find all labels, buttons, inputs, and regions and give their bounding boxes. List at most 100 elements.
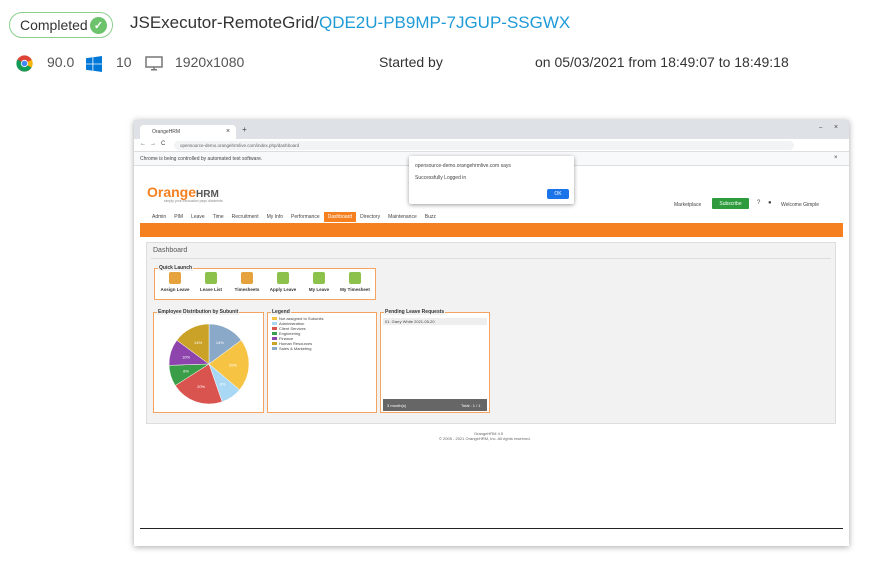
pie-label: 20% (229, 362, 237, 367)
quick-launch-item: Apply Leave (267, 272, 299, 292)
quick-launch-item: My Leave (303, 272, 335, 292)
quick-launch-item: Assign Leave (159, 272, 191, 292)
pie-label: 10% (182, 354, 190, 359)
pie-chart: 14% 20% 8% 20% 8% 10% 14% (168, 323, 250, 405)
pie-label: 8% (220, 381, 226, 386)
legend-item: Sales & Marketing (272, 346, 311, 351)
reload-icon: C (161, 141, 166, 147)
nav-item-buzz: Buzz (424, 214, 436, 220)
status-label: Completed (20, 17, 88, 33)
nav-item-dashboard: Dashboard (323, 212, 357, 222)
chrome-icon (16, 55, 33, 72)
main-nav: Admin PIM Leave Time Recruitment My Info Perfo… (148, 212, 440, 222)
session-screenshot[interactable]: OrangeHRM × + – × ← → C opensource-demo.… (134, 120, 849, 546)
quick-launch-label: My Leave (308, 287, 330, 292)
pie-label: 14% (216, 340, 224, 345)
alert-ok-button: OK (547, 189, 569, 199)
url-text: opensource-demo.orangehrmlive.com/index.… (180, 143, 300, 148)
legend-panel: Legend Not assigned to Subunits Administr… (267, 309, 377, 413)
browser-version: 90.0 (47, 54, 75, 70)
legend-swatch (272, 337, 277, 340)
bell-icon: ● (768, 200, 772, 206)
quick-launch-title: Quick Launch (158, 265, 194, 271)
footer-copyright: © 2005 - 2021 OrangeHRM, Inc. All rights… (439, 436, 531, 441)
nav-item-leave: Leave (191, 214, 205, 220)
page-title: JSExecutor-RemoteGrid/QDE2U-PB9MP-7JGUP-… (130, 13, 570, 33)
legend-swatch (272, 347, 277, 350)
address-bar: opensource-demo.orangehrmlive.com/index.… (174, 141, 794, 150)
time-range: on 05/03/2021 from 18:49:07 to 18:49:18 (535, 54, 789, 70)
pending-row: 01. Garry White 2021-05-20 (383, 318, 487, 325)
quick-launch-icon (277, 272, 289, 284)
quick-launch-label: Assign Leave (160, 287, 190, 292)
quick-launch-label: Apply Leave (269, 287, 297, 292)
legend-swatch (272, 327, 277, 330)
quick-launch-icon (313, 272, 325, 284)
legend-label: Sales & Marketing (279, 346, 312, 351)
nav-item-pim: PIM (174, 214, 184, 220)
nav-item-admin: Admin (152, 214, 167, 220)
quick-launch-icon (169, 272, 181, 284)
minimize-icon: – (819, 125, 823, 131)
bottom-divider (140, 528, 843, 529)
emp-dist-title: Employee Distribution by Subunit (157, 309, 240, 315)
windows-icon (86, 56, 102, 72)
close-icon: × (226, 128, 231, 135)
pending-footer: 3 month(s) Total : 1 / 1 (383, 399, 487, 411)
quick-launch-label: My Timesheet (340, 287, 370, 292)
quick-launch-icon (241, 272, 253, 284)
check-icon: ✓ (90, 17, 107, 34)
alert-dialog: opensource-demo.orangehrmlive.com says S… (409, 156, 574, 204)
dashboard-title: Dashboard (153, 247, 188, 254)
pending-leave-requests: Pending Leave Requests 01. Garry White 2… (380, 309, 490, 413)
nav-item-my-info: My Info (266, 214, 283, 220)
quick-launch-label: Timesheets (234, 287, 260, 292)
quick-launch-label: Leave List (199, 287, 222, 292)
plus-icon: + (242, 125, 247, 134)
forward-icon: → (150, 141, 156, 147)
marketplace-link: Marketplace (674, 202, 702, 208)
project-name: JSExecutor-RemoteGrid (130, 13, 315, 32)
status-badge: Completed ✓ (9, 12, 113, 38)
alert-message: Successfully Logged in (415, 175, 467, 181)
monitor-icon (145, 56, 163, 72)
nav-item-time: Time (212, 214, 224, 220)
quick-launch-item: Timesheets (231, 272, 263, 292)
welcome-text: Welcome Gimple (781, 202, 819, 208)
legend-swatch (272, 317, 277, 320)
orange-bar (140, 223, 843, 237)
subscribe-button: Subscribe (712, 198, 749, 209)
browser-tab: OrangeHRM × (140, 125, 236, 139)
logo-tagline: simply your innovation pays dividends (164, 199, 223, 203)
dashboard-panel: Dashboard Quick Launch Assign Leave Leave… (146, 242, 836, 424)
employee-distribution: Employee Distribution by Subunit 14% 20% 8… (153, 309, 264, 413)
address-row: ← → C opensource-demo.orangehrmlive.com/… (134, 139, 849, 152)
alert-title: opensource-demo.orangehrmlive.com says (415, 163, 511, 169)
info-bar-text: Chrome is being controlled by automated … (140, 156, 263, 162)
info-close-icon: × (834, 155, 838, 161)
legend-swatch (272, 322, 277, 325)
legend-title: Legend (271, 309, 291, 315)
quick-launch-item: My Timesheet (339, 272, 371, 292)
session-id-link[interactable]: QDE2U-PB9MP-7JGUP-SSGWX (319, 13, 570, 32)
pie-label: 20% (197, 384, 205, 389)
pending-title: Pending Leave Requests (384, 309, 446, 315)
help-icon: ? (757, 200, 761, 206)
resolution: 1920x1080 (175, 54, 245, 70)
quick-launch-icon (349, 272, 361, 284)
started-by: Started by (379, 54, 443, 70)
quick-launch-icon (205, 272, 217, 284)
quick-launch-item: Leave List (195, 272, 227, 292)
back-icon: ← (140, 141, 146, 147)
pie-label: 8% (183, 369, 189, 374)
nav-item-performance: Performance (291, 214, 320, 220)
os-version: 10 (116, 54, 132, 70)
nav-item-directory: Directory (360, 214, 381, 220)
nav-item-recruitment: Recruitment (231, 214, 259, 220)
orangehrm-logo: OrangeHRM (147, 184, 219, 200)
pie-label: 14% (194, 340, 202, 345)
quick-launch: Quick Launch Assign Leave Leave List Times… (154, 265, 376, 300)
nav-item-maintenance: Maintenance (388, 214, 417, 220)
close-window-icon: × (834, 124, 839, 131)
browser-tabbar: OrangeHRM × + – × (134, 120, 849, 139)
